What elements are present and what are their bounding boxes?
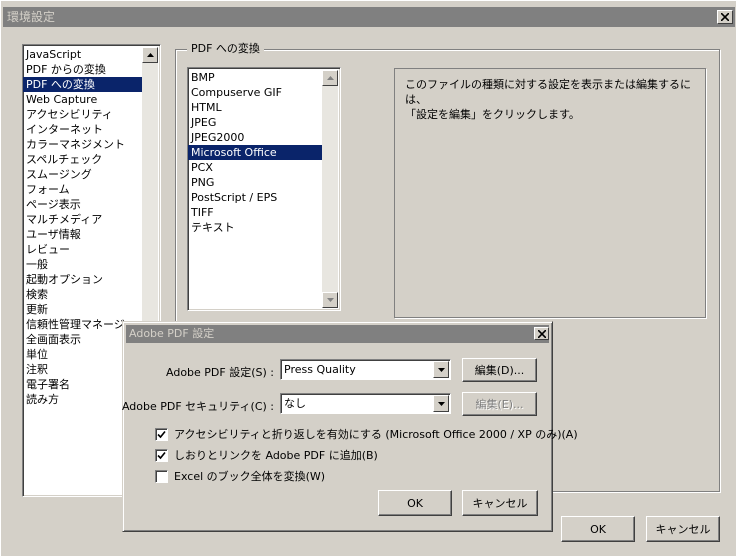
format-scrollbar[interactable] <box>322 70 338 308</box>
category-item[interactable]: フォーム <box>23 182 142 197</box>
group-label: PDF への変換 <box>187 42 264 56</box>
category-item[interactable]: 一般 <box>23 257 142 272</box>
dialog-close-button[interactable] <box>534 327 549 340</box>
category-item[interactable]: カラーマネジメント <box>23 137 142 152</box>
category-item[interactable]: 起動オプション <box>23 272 142 287</box>
ok-button[interactable]: OK <box>561 516 635 542</box>
category-item[interactable]: Web Capture <box>23 92 142 107</box>
settings-dropdown-button[interactable] <box>433 361 449 378</box>
excel-workbook-checkbox[interactable]: Excel のブック全体を変換(W) <box>155 468 325 484</box>
format-scroll-down-button[interactable] <box>322 292 338 308</box>
edit-settings-label: 編集(D)... <box>474 364 525 377</box>
category-item[interactable]: アクセシビリティ <box>23 107 142 122</box>
format-item[interactable]: JPEG2000 <box>188 130 322 145</box>
settings-combo[interactable]: Press Quality <box>280 359 451 380</box>
window-close-button[interactable] <box>717 10 733 24</box>
category-item[interactable]: 更新 <box>23 302 142 317</box>
dialog-titlebar[interactable]: Adobe PDF 設定 <box>126 325 549 343</box>
category-item[interactable]: JavaScript <box>23 47 142 62</box>
cancel-label: キャンセル <box>655 523 711 536</box>
format-item[interactable]: テキスト <box>188 220 322 235</box>
checkbox-box[interactable] <box>155 448 168 462</box>
checkbox-box[interactable] <box>155 469 168 483</box>
check-icon <box>157 451 166 459</box>
dialog-cancel-label: キャンセル <box>472 497 528 510</box>
edit-security-button[interactable]: 編集(E)... <box>462 392 537 416</box>
security-combo[interactable]: なし <box>280 393 451 414</box>
dialog-cancel-button[interactable]: キャンセル <box>462 490 538 516</box>
close-icon <box>537 329 546 338</box>
edit-settings-button[interactable]: 編集(D)... <box>462 358 537 382</box>
format-item[interactable]: PostScript / EPS <box>188 190 322 205</box>
adobe-pdf-settings-dialog: Adobe PDF 設定 Adobe PDF 設定(S) : Press Qua… <box>121 321 578 532</box>
category-item[interactable]: 検索 <box>23 287 142 302</box>
format-item[interactable]: Compuserve GIF <box>188 85 322 100</box>
format-item[interactable]: Microsoft Office <box>188 145 322 160</box>
info-panel: このファイルの種類に対する設定を表示または編集するには、 「設定を編集」をクリッ… <box>394 68 706 318</box>
accessibility-checkbox-label: アクセシビリティと折り返しを有効にする (Microsoft Office 20… <box>174 428 578 441</box>
format-item[interactable]: PCX <box>188 160 322 175</box>
preferences-titlebar[interactable]: 環境設定 <box>3 7 735 27</box>
chevron-down-icon <box>437 367 445 372</box>
format-item[interactable]: BMP <box>188 70 322 85</box>
category-item[interactable]: インターネット <box>23 122 142 137</box>
dialog-ok-label: OK <box>407 496 423 510</box>
dialog-ok-button[interactable]: OK <box>378 490 452 516</box>
excel-checkbox-label: Excel のブック全体を変換(W) <box>174 470 326 483</box>
security-value: なし <box>284 397 306 410</box>
edit-security-label: 編集(E)... <box>475 398 524 411</box>
category-item[interactable]: ユーザ情報 <box>23 227 142 242</box>
settings-value: Press Quality <box>284 363 356 376</box>
category-item[interactable]: PDF への変換 <box>23 77 142 92</box>
category-item[interactable]: PDF からの変換 <box>23 62 142 77</box>
category-item[interactable]: スムージング <box>23 167 142 182</box>
bookmarks-checkbox[interactable]: しおりとリンクを Adobe PDF に追加(B) <box>155 447 378 463</box>
close-icon <box>721 13 729 21</box>
arrow-up-icon <box>326 76 334 80</box>
security-dropdown-button[interactable] <box>433 395 449 412</box>
format-scroll-up-button[interactable] <box>322 70 338 86</box>
format-item[interactable]: PNG <box>188 175 322 190</box>
arrow-up-icon <box>146 53 154 57</box>
format-list[interactable]: BMP Compuserve GIF HTML JPEG JPEG2000 Microso… <box>187 67 341 311</box>
category-item[interactable]: スペルチェック <box>23 152 142 167</box>
category-item[interactable]: マルチメディア <box>23 212 142 227</box>
window-title: 環境設定 <box>7 10 56 24</box>
settings-label: Adobe PDF 設定(S) : <box>166 366 274 379</box>
security-label: Adobe PDF セキュリティ(C) : <box>121 400 274 413</box>
bookmarks-checkbox-label: しおりとリンクを Adobe PDF に追加(B) <box>174 449 378 462</box>
format-item[interactable]: HTML <box>188 100 322 115</box>
check-icon <box>157 430 166 438</box>
accessibility-checkbox[interactable]: アクセシビリティと折り返しを有効にする (Microsoft Office 20… <box>155 426 578 442</box>
cancel-button[interactable]: キャンセル <box>646 516 720 542</box>
category-item[interactable]: ページ表示 <box>23 197 142 212</box>
checkbox-box[interactable] <box>155 427 168 441</box>
scroll-up-button[interactable] <box>142 47 158 63</box>
ok-label: OK <box>590 522 606 536</box>
category-item[interactable]: レビュー <box>23 242 142 257</box>
chevron-down-icon <box>437 401 445 406</box>
arrow-down-icon <box>326 298 334 302</box>
dialog-title: Adobe PDF 設定 <box>129 327 215 340</box>
format-item[interactable]: JPEG <box>188 115 322 130</box>
info-text-line2: 「設定を編集」をクリックします。 <box>405 108 580 121</box>
format-item[interactable]: TIFF <box>188 205 322 220</box>
info-text-line1: このファイルの種類に対する設定を表示または編集するには、 <box>405 78 691 106</box>
